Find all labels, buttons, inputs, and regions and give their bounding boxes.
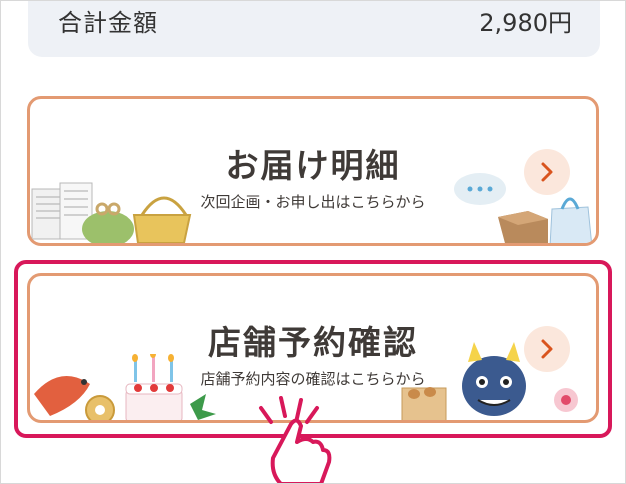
delivery-illustration <box>454 173 593 243</box>
total-label: 合計金額 <box>58 9 158 37</box>
screen: 合計金額 2,980円 お届け明細 次回企画・お申し出はこちらから 店舗予約確認… <box>0 0 626 484</box>
tap-hand-icon <box>259 396 332 483</box>
order-total-panel: 合計金額 2,980円 <box>28 1 600 57</box>
shopping-illustration <box>31 182 192 243</box>
delivery-details-card[interactable]: お届け明細 次回企画・お申し出はこちらから <box>27 96 599 246</box>
total-value: 2,980円 <box>479 9 572 37</box>
